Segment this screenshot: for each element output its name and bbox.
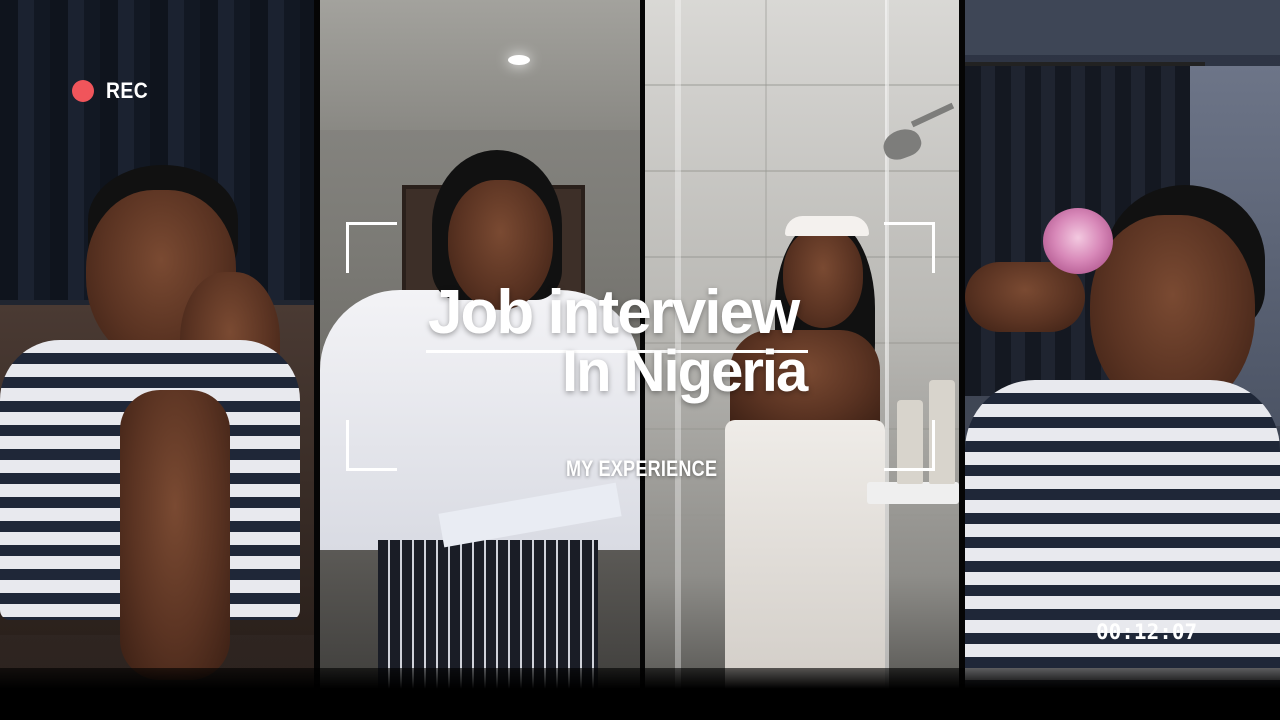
frame-corner-top-right	[884, 222, 935, 273]
title-line-2: In Nigeria	[562, 339, 808, 404]
frame-corner-bottom-right	[884, 420, 935, 471]
timecode: 00:12:07	[1096, 620, 1198, 644]
thumbnail-stage: REC Job interview In Nigeria MY EXPERIEN…	[0, 0, 1280, 720]
ceiling	[965, 0, 1280, 55]
rec-indicator: REC	[72, 78, 154, 104]
rose-flower	[1043, 208, 1113, 274]
ceiling-light	[508, 55, 530, 65]
frame-corner-bottom-left	[346, 420, 397, 471]
rec-label: REC	[106, 78, 149, 103]
person-arm	[120, 390, 230, 680]
photo-panel-1	[0, 0, 314, 720]
bottom-fade-bar	[0, 668, 1280, 720]
glass-panel-edge	[885, 0, 889, 720]
ceiling	[320, 0, 640, 130]
frame-corner-top-left	[346, 222, 397, 273]
photo-panel-4	[965, 0, 1280, 720]
record-dot-icon	[72, 80, 94, 102]
subtitle: MY EXPERIENCE	[566, 456, 718, 481]
headband	[785, 216, 869, 236]
shower-shelf	[867, 482, 959, 504]
